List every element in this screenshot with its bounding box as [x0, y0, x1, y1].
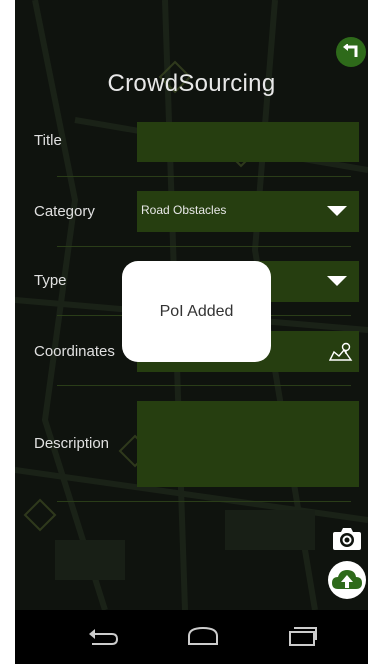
type-label: Type	[34, 272, 67, 289]
toast-message: PoI Added	[122, 261, 271, 362]
camera-button[interactable]	[328, 519, 366, 557]
nav-back-icon[interactable]	[86, 624, 120, 648]
upload-button[interactable]	[328, 561, 366, 599]
dropdown-caret-icon	[327, 276, 347, 286]
camera-icon	[333, 528, 361, 550]
app-screen: CrowdSourcing Title Category Road Obstac…	[15, 0, 368, 664]
nav-home-icon[interactable]	[185, 624, 221, 648]
system-nav-bar	[15, 610, 368, 664]
category-label: Category	[34, 203, 95, 220]
dropdown-caret-icon	[327, 206, 347, 216]
back-button[interactable]	[336, 37, 366, 67]
divider	[57, 385, 351, 386]
back-arrow-icon	[343, 44, 358, 57]
title-label: Title	[34, 132, 62, 149]
divider	[57, 246, 351, 247]
description-field[interactable]	[137, 401, 359, 487]
cloud-upload-icon	[332, 570, 362, 589]
coordinates-label: Coordinates	[34, 343, 115, 360]
description-label: Description	[34, 435, 110, 452]
map-pin-icon[interactable]	[329, 342, 353, 362]
toast-text: PoI Added	[159, 302, 234, 320]
divider	[57, 501, 351, 502]
title-field[interactable]	[137, 122, 359, 162]
app-title: CrowdSourcing	[107, 70, 276, 97]
divider	[57, 176, 351, 177]
category-dropdown[interactable]: Road Obstacles	[137, 191, 359, 232]
category-value: Road Obstacles	[141, 203, 227, 217]
nav-recents-icon[interactable]	[285, 624, 319, 648]
